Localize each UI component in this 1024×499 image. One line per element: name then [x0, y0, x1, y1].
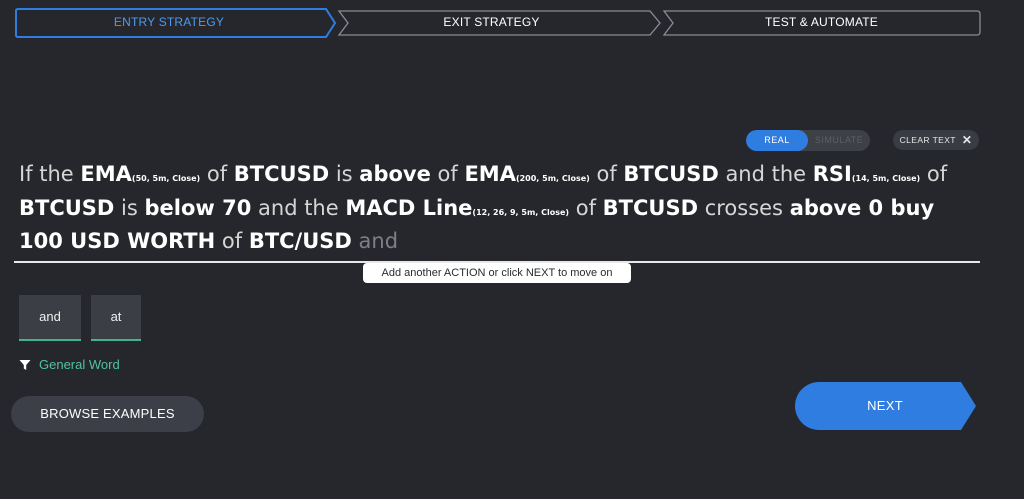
- step-test-label[interactable]: TEST & AUTOMATE: [744, 15, 899, 29]
- step-exit-label[interactable]: EXIT STRATEGY: [414, 15, 569, 29]
- indicator-ema-1-params: (50, 5m, Close): [131, 174, 201, 183]
- indicator-ema-1[interactable]: EMA: [80, 162, 132, 186]
- step-entry-label[interactable]: ENTRY STRATEGY: [94, 15, 244, 29]
- strategy-steps: ENTRY STRATEGY EXIT STRATEGY TEST & AUTO…: [14, 5, 982, 41]
- indicator-macd[interactable]: MACD Line: [345, 196, 472, 220]
- trading-pair[interactable]: BTC/USD: [249, 229, 352, 253]
- sentence-text: of: [920, 162, 948, 186]
- symbol-2[interactable]: BTCUSD: [623, 162, 718, 186]
- hint-tooltip: Add another ACTION or click NEXT to move…: [363, 263, 631, 283]
- condition-1[interactable]: above: [359, 162, 431, 186]
- indicator-rsi[interactable]: RSI: [813, 162, 852, 186]
- strategy-sentence[interactable]: If the EMA(50, 5m, Close) of BTCUSD is a…: [19, 160, 969, 257]
- browse-examples-button[interactable]: BROWSE EXAMPLES: [11, 396, 204, 432]
- mode-toggle[interactable]: REAL SIMULATE: [746, 130, 870, 151]
- sentence-text: If the: [19, 162, 81, 186]
- sentence-text: of: [430, 162, 465, 186]
- indicator-rsi-params: (14, 5m, Close): [851, 174, 921, 183]
- mode-real-option[interactable]: REAL: [746, 130, 808, 151]
- mode-simulate-option[interactable]: SIMULATE: [808, 130, 870, 151]
- sentence-text: is: [114, 195, 145, 220]
- sentence-text: and the: [718, 162, 813, 186]
- symbol-3[interactable]: BTCUSD: [19, 196, 114, 220]
- indicator-macd-params: (12, 26, 9, 5m, Close): [472, 207, 570, 217]
- sentence-text: of: [200, 162, 234, 186]
- suggestion-at-button[interactable]: at: [91, 295, 141, 341]
- close-icon: ✕: [961, 133, 973, 147]
- symbol-4[interactable]: BTCUSD: [603, 196, 698, 220]
- symbol-1[interactable]: BTCUSD: [234, 162, 329, 186]
- filter-label: General Word: [39, 357, 120, 372]
- indicator-ema-2[interactable]: EMA: [464, 162, 516, 186]
- sentence-text: crosses: [698, 195, 790, 220]
- filter-icon: [19, 359, 31, 370]
- suggestion-and-button[interactable]: and: [19, 295, 81, 341]
- sentence-text: and the: [251, 195, 346, 220]
- condition-3[interactable]: above 0 buy: [790, 196, 934, 220]
- sentence-text: of: [569, 195, 603, 220]
- sentence-text: of: [589, 162, 624, 186]
- clear-text-button[interactable]: CLEAR TEXT ✕: [893, 130, 979, 150]
- sentence-text: of: [215, 229, 249, 253]
- order-amount[interactable]: 100 USD WORTH: [19, 229, 215, 253]
- sentence-text: is: [329, 162, 360, 186]
- clear-text-label: CLEAR TEXT: [899, 135, 956, 145]
- next-button[interactable]: NEXT: [795, 382, 975, 430]
- word-filter[interactable]: General Word: [19, 357, 120, 372]
- condition-2[interactable]: below 70: [145, 196, 252, 220]
- ghost-next-word: and: [351, 229, 399, 253]
- indicator-ema-2-params: (200, 5m, Close): [515, 174, 590, 183]
